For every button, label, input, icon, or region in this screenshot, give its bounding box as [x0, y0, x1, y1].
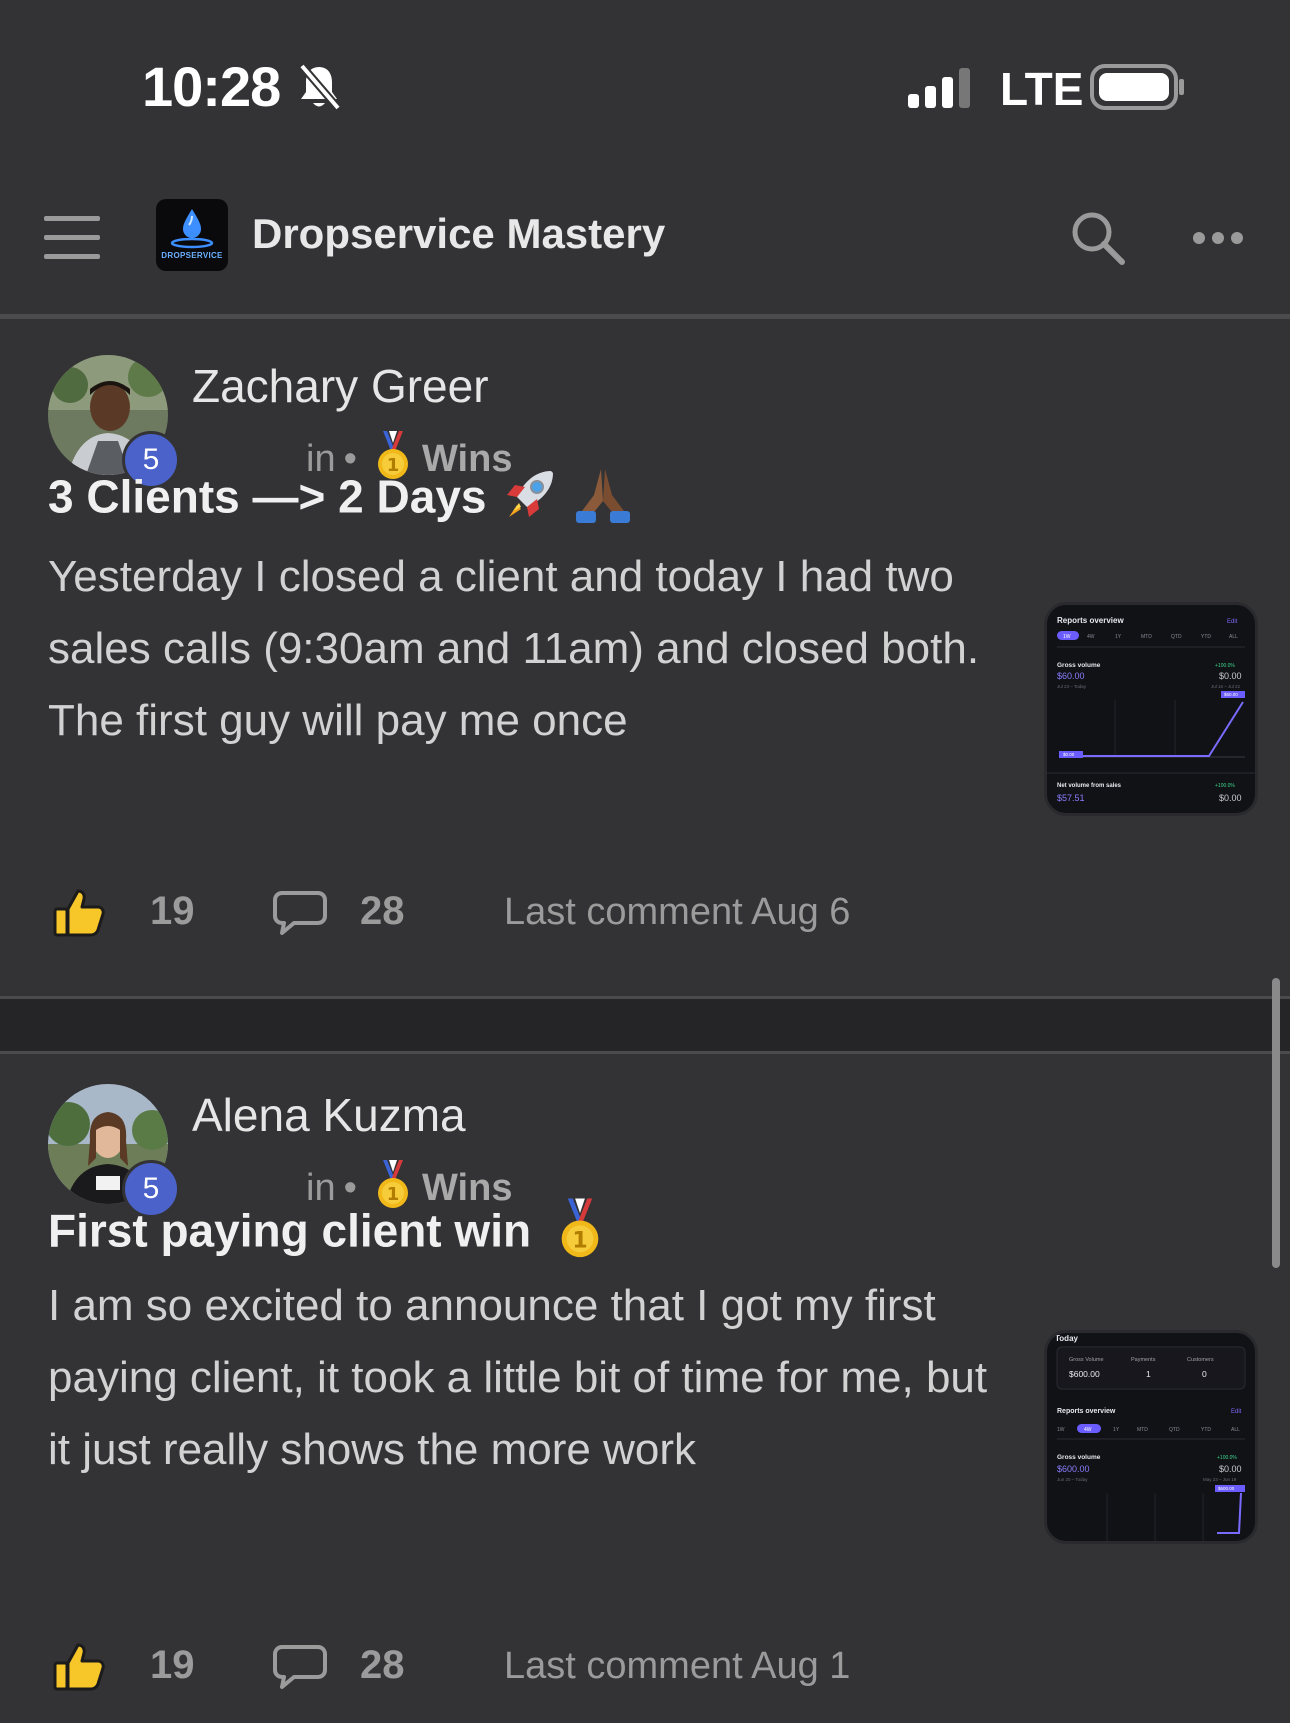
thumb-bar-top: $60.00	[1224, 692, 1238, 697]
thumb-val: 1	[1146, 1369, 1151, 1379]
thumb-today: Today	[1055, 1334, 1079, 1343]
thumb-gross-label: Gross volume	[1057, 1454, 1101, 1461]
post-stats: 19 28 Last comment Aug 6	[0, 881, 1290, 941]
thumb-heading: Reports overview	[1057, 1408, 1116, 1415]
thumb-net-label: Net volume from sales	[1057, 783, 1122, 789]
thumb-gross-range: Jul 23 – Today	[1057, 684, 1087, 689]
thumbs-up-icon[interactable]	[52, 887, 106, 942]
thumb-col: Gross Volume	[1069, 1357, 1104, 1363]
post-excerpt[interactable]: I am so excited to announce that I got m…	[48, 1270, 1008, 1486]
post-card[interactable]: 5 Zachary Greer in • 1 Wins 3 Clients —> …	[0, 319, 1290, 996]
post-title-text: First paying client win	[48, 1204, 532, 1257]
network-type: LTE	[1000, 63, 1084, 115]
comment-count: 28	[360, 1643, 405, 1687]
thumb-tab: MTD	[1137, 1427, 1148, 1433]
bell-muted-icon	[296, 62, 342, 117]
thumb-bar-bottom: $0.00	[1063, 752, 1075, 757]
last-comment-date: Last comment Aug 6	[504, 891, 851, 933]
post-stats: 19 28 Last comment Aug 1	[0, 1635, 1290, 1695]
more-options-icon[interactable]	[1192, 230, 1244, 251]
thumb-tab: 1W	[1057, 1427, 1065, 1433]
app-title[interactable]: Dropservice Mastery	[252, 210, 665, 258]
medal-icon: 1	[558, 1198, 602, 1271]
comment-count: 28	[360, 889, 405, 933]
thumb-gross-change: +100.0%	[1215, 663, 1235, 669]
thumb-tab: QTD	[1171, 634, 1182, 640]
thumb-net-prev: $0.00	[1219, 793, 1242, 803]
thumb-tab: QTD	[1169, 1427, 1180, 1433]
thumb-edit: Edit	[1231, 1409, 1242, 1415]
thumb-tab: ALL	[1231, 1427, 1240, 1433]
thumb-prev-range: Jul 16 – Jul 22	[1211, 684, 1241, 689]
post-excerpt[interactable]: Yesterday I closed a client and today I …	[48, 541, 1008, 757]
thumb-tab: YTD	[1201, 1427, 1211, 1433]
post-title-text: 3 Clients —> 2 Days	[48, 470, 487, 523]
menu-icon[interactable]	[44, 216, 100, 260]
comment-icon[interactable]	[272, 1643, 328, 1696]
status-bar: 10:28 LTE	[0, 0, 1290, 170]
post-thumbnail[interactable]: Reports overview Edit 1W 4W 1Y MTD QTD Y…	[1044, 602, 1258, 816]
comment-icon[interactable]	[272, 889, 328, 942]
thumb-gross-range: Jun 20 – Today	[1057, 1477, 1088, 1482]
thumbs-up-icon[interactable]	[52, 1641, 106, 1696]
author-name[interactable]: Zachary Greer	[192, 359, 489, 413]
thumb-heading: Reports overview	[1057, 616, 1124, 625]
praying-hands-icon	[572, 465, 634, 536]
thumb-bar-top: $600.00	[1218, 1486, 1235, 1491]
thumb-gross-value: $600.00	[1057, 1464, 1090, 1474]
thumb-net-change: +100.0%	[1215, 783, 1235, 789]
thumb-tab: 4W	[1084, 1427, 1092, 1433]
last-comment-date: Last comment Aug 1	[504, 1645, 851, 1687]
thumb-gross-label: Gross volume	[1057, 662, 1101, 669]
search-icon[interactable]	[1068, 208, 1128, 273]
thumb-tab: 1Y	[1113, 1427, 1120, 1433]
thumb-tab: 4W	[1087, 634, 1095, 640]
like-count: 19	[150, 1643, 195, 1687]
thumb-col: Payments	[1131, 1357, 1156, 1363]
like-count: 19	[150, 889, 195, 933]
thumb-prev-range: May 23 – Jun 19	[1203, 1477, 1237, 1482]
battery-icon	[1090, 64, 1186, 115]
thumb-tab: ALL	[1229, 634, 1238, 640]
svg-text:1: 1	[572, 1228, 587, 1253]
thumb-gross-prev: $0.00	[1219, 1464, 1242, 1474]
thumb-val: $600.00	[1069, 1369, 1100, 1379]
thumb-tab: 1W	[1063, 634, 1071, 640]
rocket-icon	[499, 465, 559, 536]
app-header: DROPSERVICE Dropservice Mastery	[0, 170, 1290, 314]
author-name[interactable]: Alena Kuzma	[192, 1088, 466, 1142]
post-title[interactable]: First paying client win 1	[48, 1198, 602, 1271]
thumb-edit: Edit	[1227, 619, 1238, 625]
thumb-val: 0	[1202, 1369, 1207, 1379]
post-thumbnail[interactable]: Today Gross Volume Payments Customers $6…	[1044, 1330, 1258, 1544]
thumb-net-value: $57.51	[1057, 793, 1085, 803]
post-title[interactable]: 3 Clients —> 2 Days	[48, 465, 634, 536]
thumb-col: Customers	[1187, 1357, 1214, 1363]
post-separator	[0, 996, 1290, 1054]
thumb-gross-change: +100.0%	[1217, 1455, 1237, 1461]
thumb-tab: MTD	[1141, 634, 1152, 640]
thumb-tab: YTD	[1201, 634, 1211, 640]
scrollbar[interactable]	[1272, 978, 1280, 1268]
logo-text: DROPSERVICE	[161, 251, 223, 260]
post-card[interactable]: 5 Alena Kuzma in • 1 Wins First paying cl…	[0, 1048, 1290, 1723]
thumb-tab: 1Y	[1115, 634, 1122, 640]
community-logo[interactable]: DROPSERVICE	[156, 199, 228, 271]
cellular-signal-icon	[908, 66, 974, 115]
thumb-gross-prev: $0.00	[1219, 671, 1242, 681]
status-time: 10:28	[142, 55, 281, 118]
thumb-gross-value: $60.00	[1057, 671, 1085, 681]
